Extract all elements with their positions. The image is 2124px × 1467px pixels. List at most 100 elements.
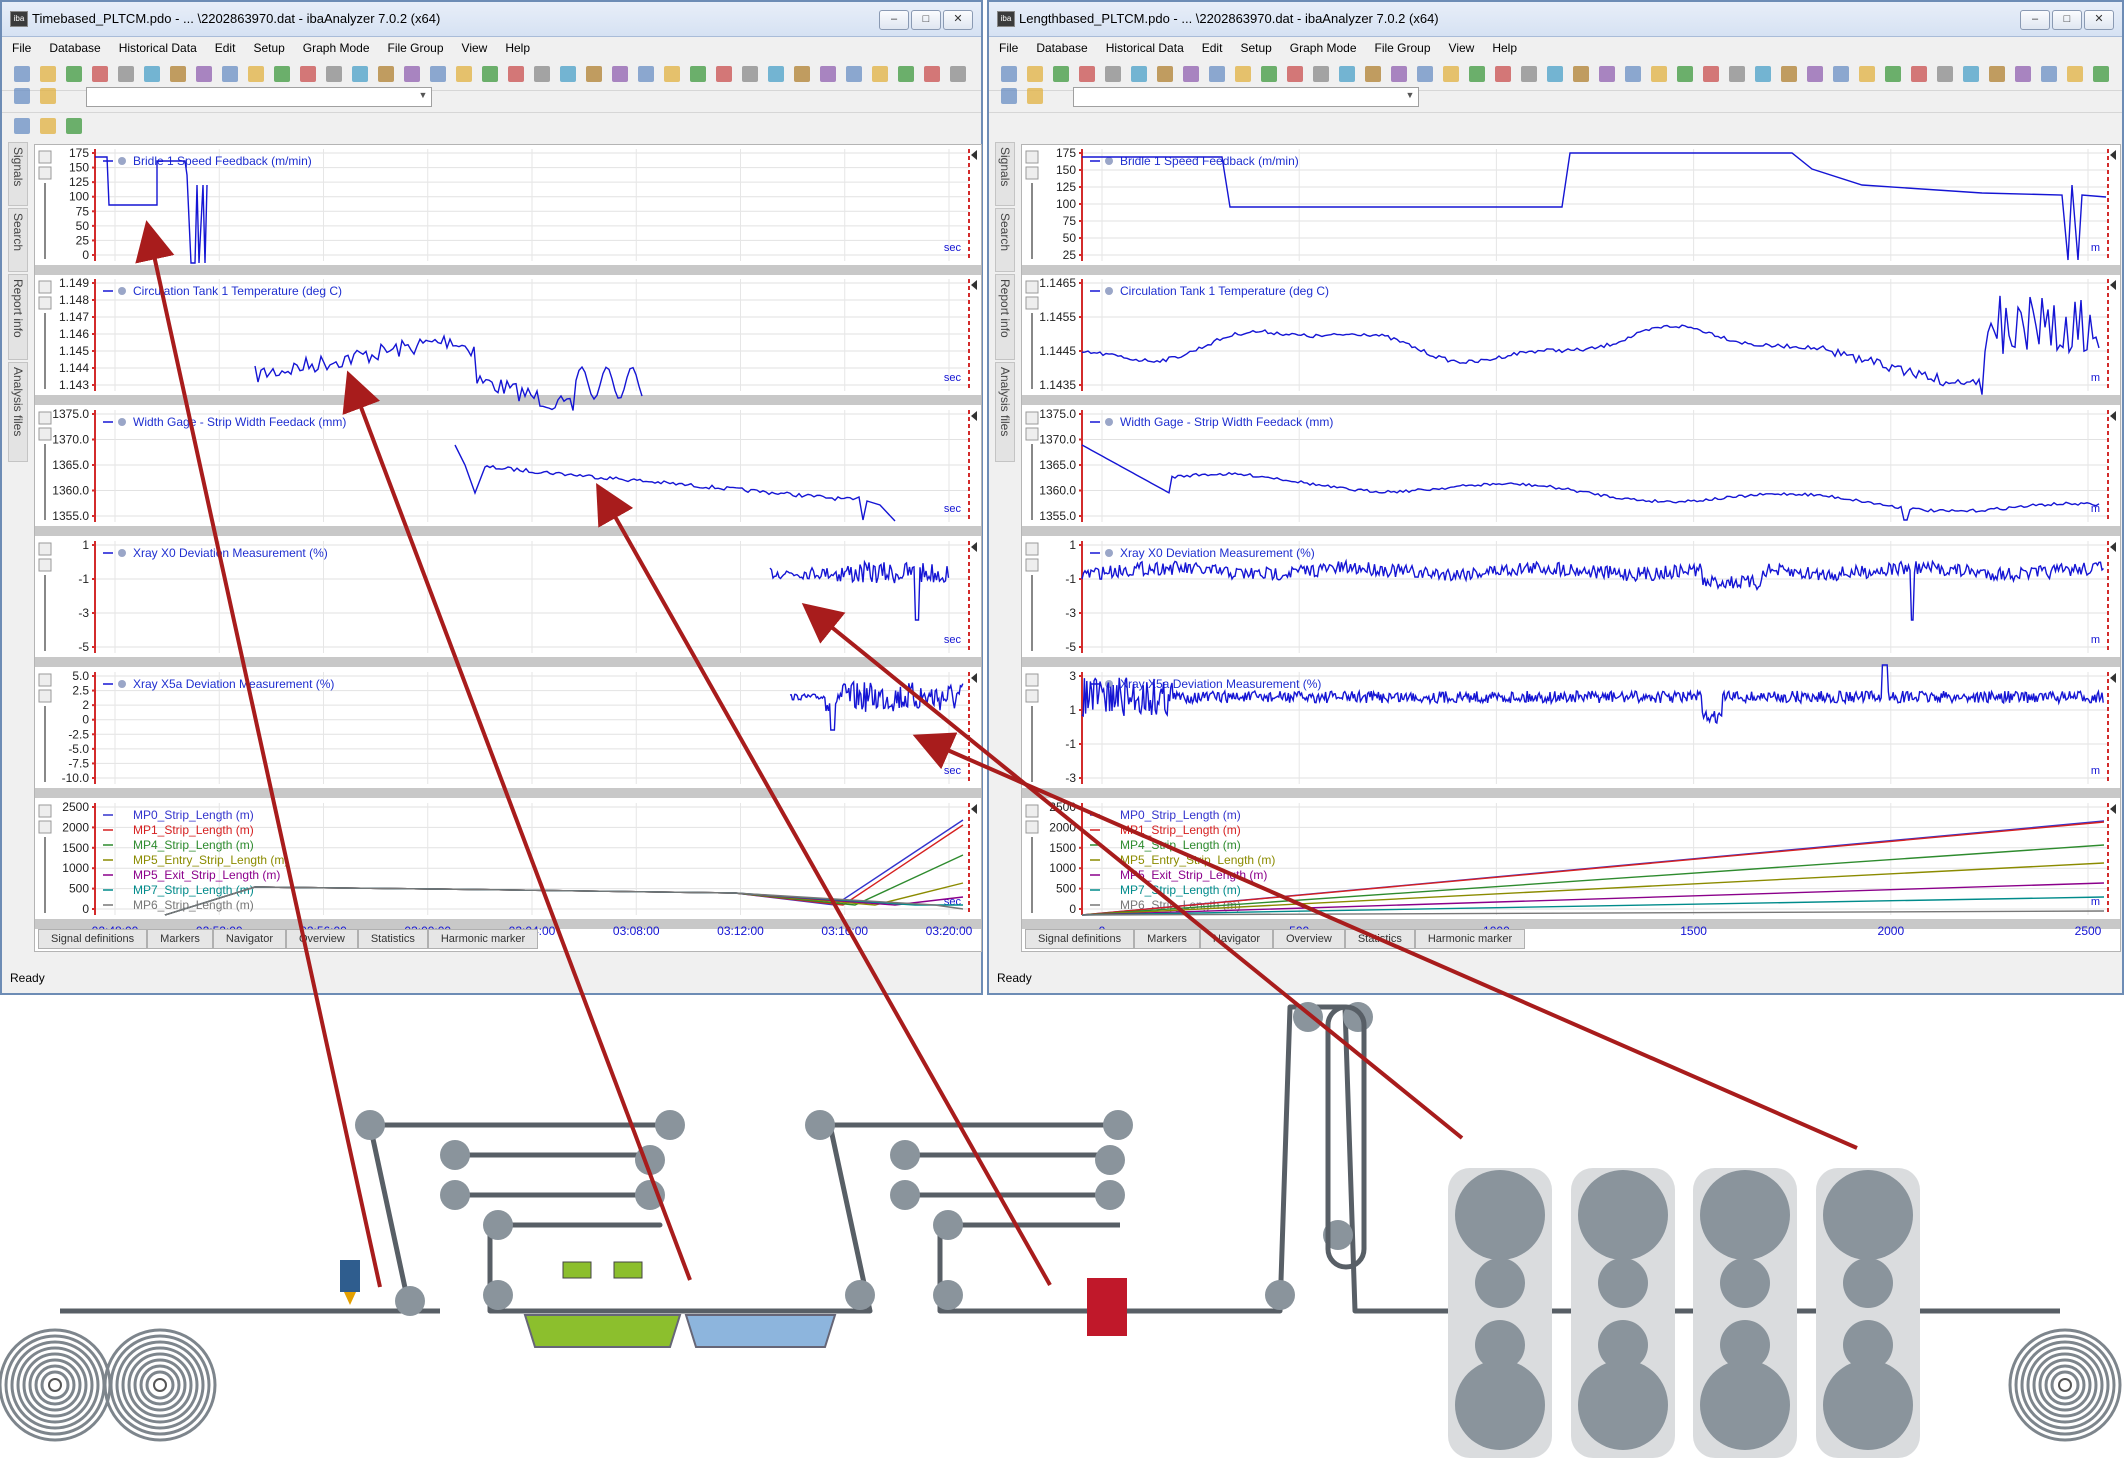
expand-panel-button[interactable] <box>1025 558 1039 572</box>
tab-signal-definitions[interactable]: Signal definitions <box>38 929 148 949</box>
minimize-button[interactable]: – <box>879 10 909 30</box>
toolbar-icon[interactable] <box>924 66 940 82</box>
toolbar-icon[interactable] <box>1105 66 1121 82</box>
close-panel-button[interactable] <box>38 673 52 687</box>
tab-navigator[interactable]: Navigator <box>212 929 286 949</box>
side-tab-report-info[interactable]: Report info <box>8 274 28 360</box>
toolbar-icon[interactable] <box>898 66 914 82</box>
toolbar-icon[interactable] <box>612 66 628 82</box>
toolbar-icon[interactable] <box>794 66 810 82</box>
toolbar-icon[interactable] <box>2093 66 2109 82</box>
toolbar-icon[interactable] <box>14 88 30 104</box>
menu-help[interactable]: Help <box>505 41 530 55</box>
toolbar-icon[interactable] <box>456 66 472 82</box>
toolbar-icon[interactable] <box>1573 66 1589 82</box>
tab-statistics[interactable]: Statistics <box>357 929 428 949</box>
toolbar-icon[interactable] <box>508 66 524 82</box>
signal-combo[interactable]: ▼ <box>86 87 432 107</box>
toolbar-icon[interactable] <box>1911 66 1927 82</box>
menu-database[interactable]: Database <box>1036 41 1087 55</box>
tab-harmonic-marker[interactable]: Harmonic marker <box>427 929 539 949</box>
toolbar-icon[interactable] <box>1599 66 1615 82</box>
signal-combo[interactable]: ▼ <box>1073 87 1419 107</box>
menu-graph-mode[interactable]: Graph Mode <box>1290 41 1357 55</box>
side-tab-signals[interactable]: Signals <box>995 142 1015 206</box>
toolbar-icon[interactable] <box>690 66 706 82</box>
toolbar-icon[interactable] <box>40 118 56 134</box>
toolbar-icons[interactable] <box>14 118 104 136</box>
toolbar-icon[interactable] <box>1209 66 1225 82</box>
menu-setup[interactable]: Setup <box>253 41 284 55</box>
toolbar-icon[interactable] <box>820 66 836 82</box>
tab-harmonic-marker[interactable]: Harmonic marker <box>1414 929 1526 949</box>
tab-markers[interactable]: Markers <box>1134 929 1200 949</box>
toolbar-icon[interactable] <box>1625 66 1641 82</box>
toolbar-icon[interactable] <box>1833 66 1849 82</box>
tab-overview[interactable]: Overview <box>1272 929 1345 949</box>
toolbar-icon[interactable] <box>196 66 212 82</box>
menu-setup[interactable]: Setup <box>1240 41 1271 55</box>
close-panel-button[interactable] <box>1025 280 1039 294</box>
toolbar-icon[interactable] <box>40 88 56 104</box>
close-panel-button[interactable] <box>1025 411 1039 425</box>
toolbar-icon[interactable] <box>742 66 758 82</box>
toolbar-icon[interactable] <box>482 66 498 82</box>
toolbar-icon[interactable] <box>1261 66 1277 82</box>
toolbar-icon[interactable] <box>222 66 238 82</box>
toolbar-icon[interactable] <box>1417 66 1433 82</box>
toolbar-icon[interactable] <box>1651 66 1667 82</box>
toolbar-icon[interactable] <box>144 66 160 82</box>
menu-help[interactable]: Help <box>1492 41 1517 55</box>
toolbar-icon[interactable] <box>1729 66 1745 82</box>
graph-panels[interactable]: 1751501251007550250 secBridle 1 Speed Fee… <box>35 145 981 951</box>
side-tab-report-info[interactable]: Report info <box>995 274 1015 360</box>
toolbar-icon[interactable] <box>1339 66 1355 82</box>
toolbar-icon[interactable] <box>1885 66 1901 82</box>
expand-panel-button[interactable] <box>1025 166 1039 180</box>
side-tab-analysis-files[interactable]: Analysis files <box>995 362 1015 462</box>
menu-view[interactable]: View <box>1449 41 1475 55</box>
graph-panels[interactable]: 175 150 125 100 75 50 25 m Bridle 1 Speed Feedba… <box>1022 145 2120 951</box>
toolbar-icon[interactable] <box>1755 66 1771 82</box>
expand-panel-button[interactable] <box>1025 427 1039 441</box>
title-bar[interactable]: iba Lengthbased_PLTCM.pdo - ... \2202863… <box>989 2 2122 37</box>
toolbar-icon[interactable] <box>1027 88 1043 104</box>
toolbar-icon[interactable] <box>1703 66 1719 82</box>
toolbar-icon[interactable] <box>300 66 316 82</box>
toolbar-icon[interactable] <box>1313 66 1329 82</box>
expand-panel-button[interactable] <box>38 820 52 834</box>
toolbar-icon[interactable] <box>560 66 576 82</box>
toolbar-icon[interactable] <box>1131 66 1147 82</box>
toolbar-icon[interactable] <box>1521 66 1537 82</box>
toolbar-icon[interactable] <box>1677 66 1693 82</box>
side-tab-analysis-files[interactable]: Analysis files <box>8 362 28 462</box>
menu-graph-mode[interactable]: Graph Mode <box>303 41 370 55</box>
toolbar-icon[interactable] <box>1027 66 1043 82</box>
menu-view[interactable]: View <box>462 41 488 55</box>
toolbar-icon[interactable] <box>14 118 30 134</box>
close-panel-button[interactable] <box>38 804 52 818</box>
toolbar-icon[interactable] <box>1495 66 1511 82</box>
toolbar-icon[interactable] <box>638 66 654 82</box>
toolbar-icon[interactable] <box>768 66 784 82</box>
plot-area[interactable]: 175 150 125 100 75 50 25 m Bridle 1 Speed Feedba… <box>1021 144 2121 952</box>
expand-panel-button[interactable] <box>38 166 52 180</box>
toolbar-icon[interactable] <box>1079 66 1095 82</box>
tab-signal-definitions[interactable]: Signal definitions <box>1025 929 1135 949</box>
toolbar-icon[interactable] <box>534 66 550 82</box>
toolbar-icon[interactable] <box>586 66 602 82</box>
toolbar-icon[interactable] <box>1547 66 1563 82</box>
menu-file-group[interactable]: File Group <box>1375 41 1431 55</box>
toolbar-icon[interactable] <box>66 118 82 134</box>
toolbar-icons[interactable] <box>1001 88 1061 106</box>
toolbar-icon[interactable] <box>1937 66 1953 82</box>
menu-database[interactable]: Database <box>49 41 100 55</box>
expand-panel-button[interactable] <box>1025 689 1039 703</box>
expand-panel-button[interactable] <box>38 689 52 703</box>
close-panel-button[interactable] <box>38 280 52 294</box>
tab-statistics[interactable]: Statistics <box>1344 929 1415 949</box>
expand-panel-button[interactable] <box>38 427 52 441</box>
toolbar-icon[interactable] <box>1053 66 1069 82</box>
close-panel-button[interactable] <box>1025 150 1039 164</box>
toolbar-icon[interactable] <box>1001 88 1017 104</box>
